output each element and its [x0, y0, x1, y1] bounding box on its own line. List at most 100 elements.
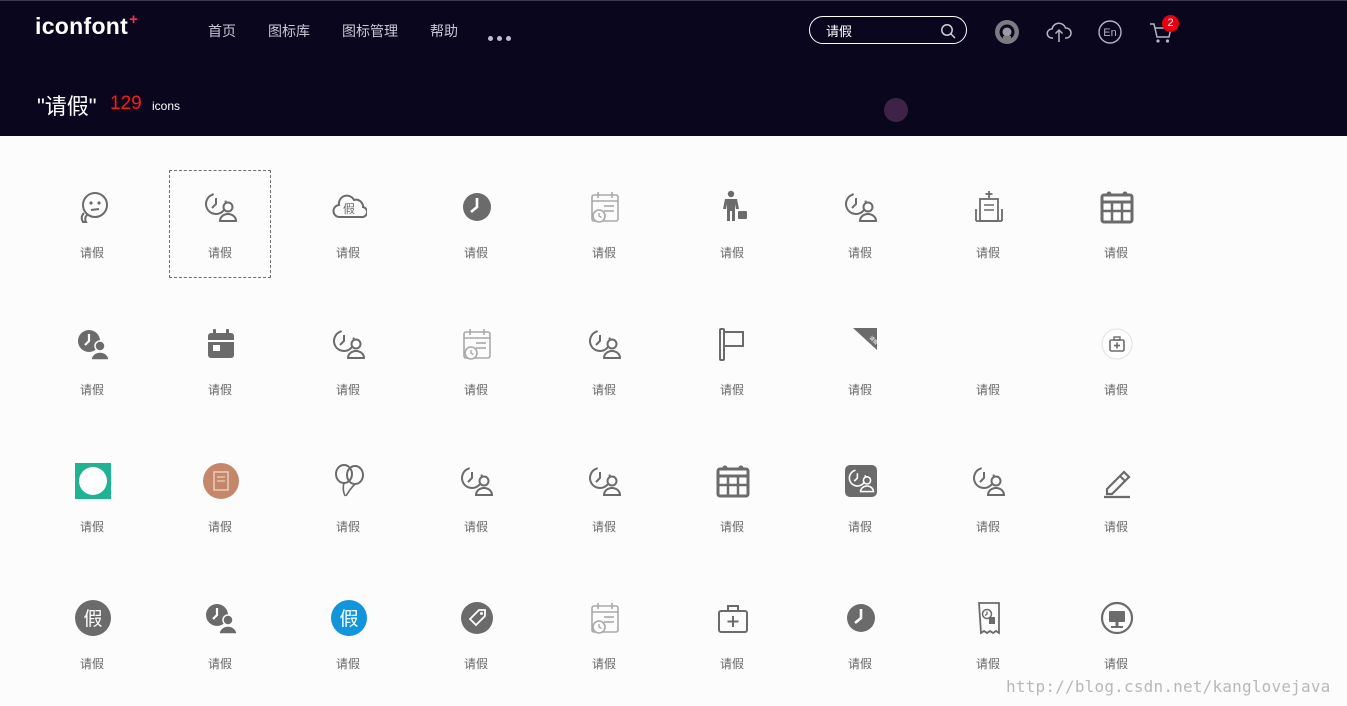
icon-card[interactable]: 请假 [553, 581, 655, 689]
icon-card[interactable]: 请假 [809, 444, 911, 552]
clock-person-icon [461, 467, 494, 496]
icon-card[interactable]: 请假 [937, 170, 1039, 278]
nav-item-icon-library[interactable]: 图标库 [268, 21, 310, 41]
flag-icon [719, 328, 744, 361]
clock-person-icon [333, 330, 366, 359]
circle-jia-blue-icon: 假 [331, 600, 367, 636]
more-menu-icon[interactable] [488, 28, 518, 41]
icon-card[interactable]: 请假 [1065, 581, 1167, 689]
icon-card[interactable]: 请假 [553, 170, 655, 278]
calendar-list-clock-light-icon [591, 603, 619, 634]
icon-card-label: 请假 [1103, 520, 1128, 534]
icon-card-label: 请假 [847, 657, 872, 671]
calendar-grid-bold-icon [716, 465, 750, 498]
icon-card-label: 请假 [79, 246, 104, 260]
icon-card-label: 请假 [335, 520, 360, 534]
icon-card-label: 请假 [207, 246, 232, 260]
search-icon[interactable] [940, 23, 956, 39]
icon-card[interactable]: 假请假 [297, 581, 399, 689]
icon-card[interactable]: 假请假 [41, 581, 143, 689]
icon-card[interactable]: 请假 [553, 307, 655, 415]
icon-card-label: 请假 [1103, 383, 1128, 397]
icon-card[interactable]: 请假 [809, 170, 911, 278]
icon-card[interactable]: 请假 [425, 307, 527, 415]
clock-filled-icon [463, 193, 491, 221]
icon-card[interactable]: 请假 [41, 307, 143, 415]
cart-count-badge: 2 [1162, 15, 1179, 32]
icon-card[interactable]: 请假 [1065, 170, 1167, 278]
icon-card-label: 请假 [207, 383, 232, 397]
icon-card[interactable]: 请假 [297, 444, 399, 552]
icon-card[interactable]: 请假 请假 [809, 307, 911, 415]
upload-cloud-icon[interactable] [1046, 19, 1072, 45]
icon-card[interactable]: 请假 [1065, 444, 1167, 552]
nav-item-home[interactable]: 首页 [208, 21, 236, 41]
icon-card-label: 请假 [591, 246, 616, 260]
icon-card-label: 请假 [719, 383, 744, 397]
icon-card[interactable]: 请假 [937, 444, 1039, 552]
calendar-filled-icon [208, 329, 234, 358]
search-result-title: "请假" [37, 94, 97, 119]
icon-card[interactable]: 请假 [297, 307, 399, 415]
icon-card[interactable]: 请假 [41, 444, 143, 552]
icon-card[interactable]: 请假 [1065, 307, 1167, 415]
language-icon[interactable]: En [1097, 19, 1123, 45]
medical-case-icon [718, 605, 748, 633]
icon-card[interactable]: 请假 [169, 581, 271, 689]
icon-card-label: 请假 [335, 657, 360, 671]
user-avatar-icon[interactable] [994, 19, 1020, 45]
nav-item-icon-management[interactable]: 图标管理 [342, 21, 398, 41]
icon-card-label: 请假 [719, 657, 744, 671]
search-input[interactable] [826, 21, 936, 39]
icon-card-label: 请假 [1103, 657, 1128, 671]
icon-card-label: 请假 [1103, 246, 1128, 260]
svg-text:假: 假 [83, 608, 102, 630]
icon-card-label: 请假 [335, 383, 360, 397]
icon-card-label: 请假 [207, 520, 232, 534]
icon-card-label: 请假 [975, 383, 1000, 397]
icon-card-label: 请假 [463, 520, 488, 534]
icon-card-label: 请假 [463, 383, 488, 397]
icon-card-label: 请假 [975, 246, 1000, 260]
icon-card[interactable]: 请假 [681, 307, 783, 415]
icon-card[interactable]: 请假 [809, 581, 911, 689]
nav-item-help[interactable]: 帮助 [430, 21, 458, 41]
icon-card-label: 请假 [207, 657, 232, 671]
clock-person-icon [205, 193, 238, 222]
calendar-grid-bold-icon [1100, 191, 1134, 224]
icon-card-label: 请假 [591, 383, 616, 397]
icon-card[interactable]: 请假 [937, 307, 1039, 415]
circle-jia-gray-icon: 假 [75, 600, 111, 636]
search-box [809, 16, 967, 44]
icon-card[interactable]: 请假 [937, 581, 1039, 689]
icon-card-label: 请假 [847, 383, 872, 397]
search-result-unit: icons [152, 99, 181, 113]
icon-card[interactable]: 请假 [681, 581, 783, 689]
icon-card[interactable]: 请假 [425, 581, 527, 689]
icon-card-label: 请假 [975, 520, 1000, 534]
clock-filled-icon [847, 604, 875, 632]
icon-card[interactable]: 请假 [425, 170, 527, 278]
hospital-building-icon [975, 191, 1003, 222]
icon-card[interactable]: 请假 [169, 170, 271, 278]
cloud-jia-icon: 假 [332, 194, 367, 219]
logo-text: iconfont [35, 13, 129, 39]
calendar-list-clock-light-icon [591, 192, 619, 223]
icon-card[interactable]: 请假 [169, 307, 271, 415]
icon-card-label: 请假 [79, 520, 104, 534]
icon-card-label: 请假 [719, 520, 744, 534]
icon-card-label: 请假 [79, 657, 104, 671]
icon-card-label: 请假 [847, 520, 872, 534]
icon-card-label: 请假 [463, 657, 488, 671]
icon-card-label: 请假 [335, 246, 360, 260]
iconfont-logo[interactable]: iconfont+ [35, 11, 138, 40]
icon-card[interactable]: 请假 [681, 444, 783, 552]
svg-text:假: 假 [343, 202, 355, 216]
icon-card[interactable]: 假请假 [297, 170, 399, 278]
icon-card[interactable]: 请假 [169, 444, 271, 552]
icon-card[interactable]: 请假 [41, 170, 143, 278]
icon-card[interactable]: 请假 [681, 170, 783, 278]
icon-card[interactable]: 请假 [553, 444, 655, 552]
icon-card[interactable]: 请假 [425, 444, 527, 552]
calendar-list-clock-light-icon [463, 329, 491, 360]
